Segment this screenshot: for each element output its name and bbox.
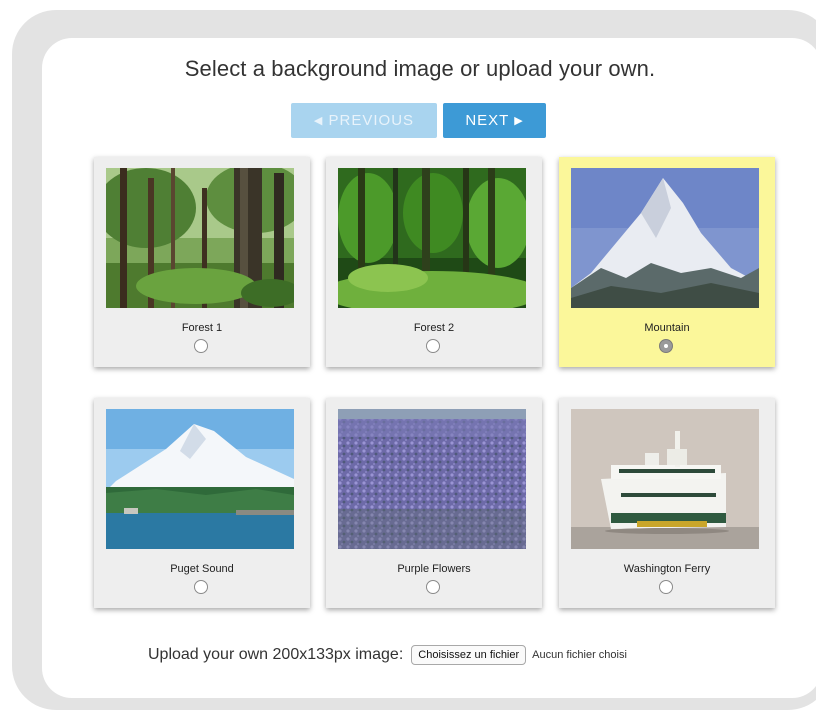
file-status: Aucun fichier choisi <box>532 649 627 661</box>
forest-1-thumbnail[interactable] <box>106 168 294 308</box>
image-card-washington-ferry[interactable]: Washington Ferry <box>559 398 775 608</box>
forest-2-thumbnail[interactable] <box>338 168 526 308</box>
washington-ferry-thumbnail[interactable] <box>571 409 759 549</box>
mountain-thumbnail[interactable] <box>571 168 759 308</box>
choose-file-button[interactable]: Choisissez un fichier <box>411 645 527 665</box>
upload-label: Upload your own 200x133px image: <box>148 646 404 663</box>
image-card-forest-1[interactable]: Forest 1 <box>94 157 310 367</box>
image-label: Forest 1 <box>181 322 223 334</box>
image-radio-forest-2[interactable] <box>426 339 440 353</box>
image-card-puget-sound[interactable]: Puget Sound <box>94 398 310 608</box>
upload-row: Upload your own 200x133px image: Choisis… <box>148 643 627 667</box>
image-label: Washington Ferry <box>623 563 711 575</box>
image-card-purple-flowers[interactable]: Purple Flowers <box>326 398 542 608</box>
image-label: Purple Flowers <box>397 563 471 575</box>
image-label: Mountain <box>644 322 690 334</box>
image-label: Puget Sound <box>170 563 234 575</box>
image-radio-mountain[interactable] <box>659 339 673 353</box>
puget-sound-thumbnail[interactable] <box>106 409 294 549</box>
triangle-left-icon: ◀ <box>313 115 324 127</box>
next-button-label: NEXT <box>465 112 510 129</box>
previous-button[interactable]: ◀ PREVIOUS <box>291 103 437 138</box>
purple-flowers-thumbnail[interactable] <box>338 409 526 549</box>
next-button[interactable]: NEXT ▶ <box>443 103 546 138</box>
previous-button-label: PREVIOUS <box>328 112 415 129</box>
image-card-mountain[interactable]: Mountain <box>559 157 775 367</box>
image-radio-purple-flowers[interactable] <box>426 580 440 594</box>
image-card-forest-2[interactable]: Forest 2 <box>326 157 542 367</box>
page-title: Select a background image or upload your… <box>184 56 656 81</box>
image-radio-washington-ferry[interactable] <box>659 580 673 594</box>
image-radio-forest-1[interactable] <box>194 339 208 353</box>
image-label: Forest 2 <box>413 322 455 334</box>
image-radio-puget-sound[interactable] <box>194 580 208 594</box>
triangle-right-icon: ▶ <box>514 115 524 127</box>
